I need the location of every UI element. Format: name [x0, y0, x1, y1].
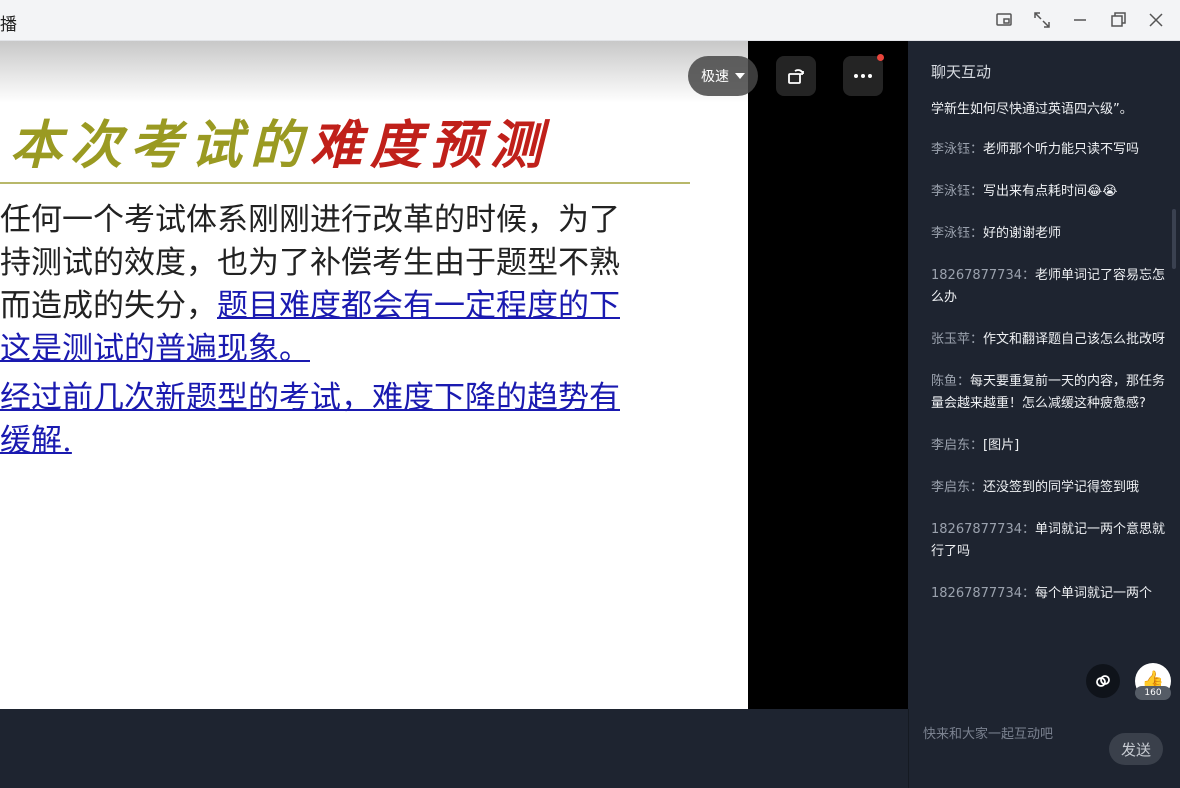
expand-button[interactable]	[1026, 6, 1058, 34]
chat-scrollbar[interactable]	[1172, 209, 1176, 269]
chat-message-author: 陈鱼：	[931, 374, 971, 389]
chat-message: 18267877734：每个单词就记一两个	[931, 583, 1167, 605]
slide-top-shade	[0, 41, 748, 103]
slide-line-link: 题目难度都会有一定程度的下	[217, 288, 620, 324]
pip-icon	[996, 13, 1012, 26]
chat-message-text: 学新生如何尽快通过英语四六级”。	[931, 102, 1133, 117]
chat-header: 聊天互动	[931, 63, 992, 81]
chat-message: 18267877734：老师单词记了容易忘怎么办	[931, 265, 1167, 309]
chat-message-list[interactable]: 学新生如何尽快通过英语四六级”。 李泳钰：老师那个听力能只读不写吗 李泳钰：写出…	[931, 99, 1167, 625]
rotate-button[interactable]	[776, 56, 816, 96]
chat-message-author: 李启东：	[931, 438, 984, 453]
chat-message-text: 每个单词就记一两个	[1034, 586, 1152, 601]
chat-message: 学新生如何尽快通过英语四六级”。	[931, 99, 1167, 121]
chat-message: 陈鱼：每天要重复前一天的内容，那任务量会越来越重！怎么减缓这种疲惫感?	[931, 371, 1167, 415]
slide-title-part2: 难度预测	[310, 115, 551, 176]
chat-message-text: 好的谢谢老师	[983, 226, 1062, 241]
slide-line-text: 持测试的效度，也为了补偿考生由于题型不熟	[0, 245, 620, 281]
slide-divider	[0, 182, 690, 184]
chat-input[interactable]	[923, 723, 1103, 745]
caret-down-icon	[735, 73, 745, 79]
chat-message-author: 李泳钰：	[931, 226, 984, 241]
more-icon-dot	[868, 74, 872, 78]
restore-button[interactable]	[1102, 6, 1134, 34]
window-titlebar: 播	[0, 0, 1180, 41]
slide-line: 而造成的失分，题目难度都会有一定程度的下	[0, 285, 748, 328]
chat-message-text: 作文和翻译题自己该怎么批改呀	[983, 332, 1166, 347]
slide-line-link: 经过前几次新题型的考试，难度下降的趋势有	[0, 380, 620, 416]
slide-line-link: 这是测试的普遍现象。	[0, 331, 310, 367]
notification-dot	[877, 54, 884, 61]
chat-message-author: 18267877734：	[931, 268, 1035, 283]
playback-speed-label: 极速	[701, 69, 729, 85]
chat-message-text: 老师那个听力能只读不写吗	[983, 142, 1140, 157]
slide-line: 这是测试的普遍现象。	[0, 328, 748, 371]
chat-message: 李泳钰：老师那个听力能只读不写吗	[931, 139, 1167, 161]
slide-body: 任何一个考试体系刚刚进行改革的时候，为了 持测试的效度，也为了补偿考生由于题型不…	[0, 199, 748, 463]
chat-message-text: 还没签到的同学记得签到哦	[983, 480, 1140, 495]
minimize-button[interactable]	[1064, 6, 1096, 34]
slide-line-link: 缓解.	[0, 423, 72, 459]
pip-button[interactable]	[988, 6, 1020, 34]
chat-message-author: 李启东：	[931, 480, 984, 495]
player-bottom-bar	[0, 709, 908, 788]
chat-message-author: 18267877734：	[931, 522, 1035, 537]
link-icon	[1096, 675, 1110, 687]
more-icon-dot	[861, 74, 865, 78]
more-icon	[854, 74, 858, 78]
window-title: 播	[0, 15, 17, 35]
minimize-icon	[1074, 19, 1086, 21]
chat-message: 18267877734：单词就记一两个意思就行了吗	[931, 519, 1167, 563]
chat-message: 张玉苹：作文和翻译题自己该怎么批改呀	[931, 329, 1167, 351]
chat-message: 李启东：[图片]	[931, 435, 1167, 457]
more-options-button[interactable]	[843, 56, 883, 96]
restore-icon	[1111, 12, 1126, 27]
chat-message-author: 李泳钰：	[931, 142, 984, 157]
like-count: 160	[1135, 686, 1171, 700]
presentation-slide: 本次考试的难度预测 任何一个考试体系刚刚进行改革的时候，为了 持测试的效度，也为…	[0, 41, 748, 709]
slide-line: 缓解.	[0, 420, 748, 463]
chat-message-text: [图片]	[983, 438, 1020, 453]
chat-message-author: 李泳钰：	[931, 184, 984, 199]
chat-message: 李启东：还没签到的同学记得签到哦	[931, 477, 1167, 499]
playback-speed-button[interactable]: 极速	[688, 56, 758, 96]
chat-message: 李泳钰：好的谢谢老师	[931, 223, 1167, 245]
slide-line-text: 任何一个考试体系刚刚进行改革的时候，为了	[0, 202, 620, 238]
chat-panel: 聊天互动 学新生如何尽快通过英语四六级”。 李泳钰：老师那个听力能只读不写吗 李…	[908, 41, 1180, 709]
share-link-button[interactable]	[1086, 664, 1120, 698]
chat-input-area: 发送	[908, 709, 1180, 788]
chat-message-author: 18267877734：	[931, 586, 1035, 601]
slide-line: 经过前几次新题型的考试，难度下降的趋势有	[0, 377, 748, 420]
slide-title: 本次考试的难度预测	[10, 103, 550, 178]
send-button[interactable]: 发送	[1109, 733, 1163, 765]
slide-line: 任何一个考试体系刚刚进行改革的时候，为了	[0, 199, 748, 242]
video-player[interactable]: 本次考试的难度预测 任何一个考试体系刚刚进行改革的时候，为了 持测试的效度，也为…	[0, 41, 908, 709]
close-icon	[1149, 13, 1163, 27]
slide-line-text: 而造成的失分，	[0, 288, 217, 324]
chat-message-author: 张玉苹：	[931, 332, 984, 347]
rotate-icon	[788, 69, 804, 84]
close-button[interactable]	[1140, 6, 1172, 34]
slide-line: 持测试的效度，也为了补偿考生由于题型不熟	[0, 242, 748, 285]
chat-message-text: 写出来有点耗时间😂😭	[983, 184, 1118, 199]
chat-message: 李泳钰：写出来有点耗时间😂😭	[931, 181, 1167, 203]
window-controls	[988, 6, 1172, 34]
expand-icon	[1034, 12, 1050, 28]
slide-title-part1: 本次考试的	[10, 115, 311, 176]
